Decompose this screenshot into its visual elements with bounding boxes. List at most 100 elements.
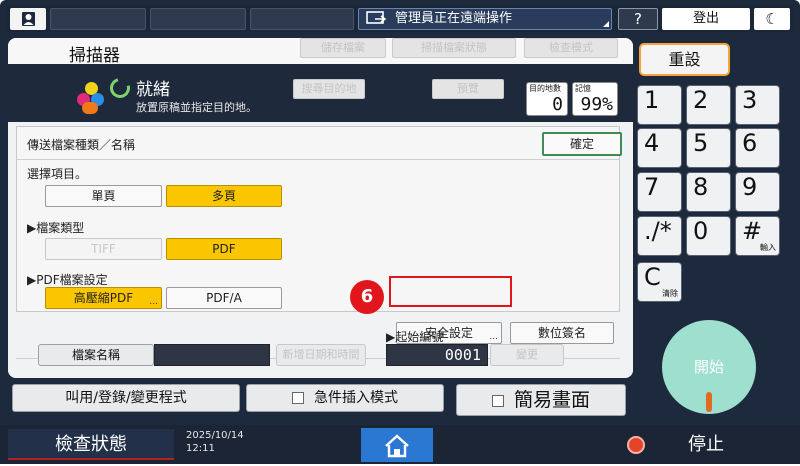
stored-files-button[interactable]: 儲存檔案 — [300, 38, 386, 58]
simple-screen-button[interactable]: 簡易畫面 — [456, 384, 626, 416]
add-datetime-button[interactable]: 新增日期和時間 — [276, 344, 366, 366]
datetime: 2025/10/14 12:11 — [186, 429, 244, 455]
single-page-button[interactable]: 單頁 — [45, 185, 162, 207]
key-1[interactable]: 1 — [637, 85, 682, 125]
key-label: C — [644, 263, 661, 291]
key-0[interactable]: 0 — [686, 216, 731, 256]
key-label: 1 — [644, 86, 660, 114]
check-mode-button[interactable]: 檢查模式 — [524, 38, 618, 58]
divider — [17, 159, 619, 160]
key-3[interactable]: 3 — [735, 85, 780, 125]
check-status-button[interactable]: 檢查狀態 — [8, 429, 174, 460]
scanner-main-panel: 掃描器 儲存檔案 掃描檔案狀態 檢查模式 就緒 放置原稿並指定目的地。 搜尋目的… — [8, 38, 633, 378]
key-label: 6 — [742, 129, 758, 157]
app-title: 掃描器 — [69, 46, 120, 66]
key-2[interactable]: 2 — [686, 85, 731, 125]
ok-button[interactable]: 確定 — [542, 132, 622, 156]
destination-counter: 目的地數 0 — [526, 82, 568, 116]
memory-counter-label: 記憶 — [575, 84, 591, 93]
tiff-button[interactable]: TIFF — [45, 238, 162, 260]
key-label: 0 — [693, 217, 709, 245]
key-6[interactable]: 6 — [735, 128, 780, 168]
app-header: 掃描器 儲存檔案 掃描檔案狀態 檢查模式 — [8, 38, 633, 66]
multi-page-button[interactable]: 多頁 — [166, 185, 282, 207]
remote-operation-text: 管理員正在遠端操作 — [395, 11, 513, 26]
key-clear[interactable]: C 清除 — [637, 262, 682, 302]
pdf-button[interactable]: PDF — [166, 238, 282, 260]
stop-button[interactable]: 停止 — [688, 429, 800, 460]
key-hash[interactable]: # 輸入 — [735, 216, 780, 256]
key-4[interactable]: 4 — [637, 128, 682, 168]
destination-counter-value: 0 — [552, 94, 563, 115]
start-button[interactable]: 開始 — [662, 320, 756, 414]
more-icon: ... — [149, 297, 158, 307]
key-9[interactable]: 9 — [735, 172, 780, 212]
top-segment-3 — [250, 8, 354, 30]
select-items-label: 選擇項目。 — [27, 167, 88, 181]
settings-box: 傳送檔案種類／名稱 確定 選擇項目。 單頁 多頁 ▶檔案類型 TIFF PDF … — [16, 126, 622, 312]
key-label: 2 — [693, 86, 709, 114]
file-type-panel: 傳送檔案種類／名稱 確定 選擇項目。 單頁 多頁 ▶檔案類型 TIFF PDF … — [8, 122, 633, 378]
top-segment-2 — [150, 8, 246, 30]
memory-counter: 記憶 99% — [572, 82, 618, 116]
urgent-insert-button[interactable]: 急件插入模式 — [246, 384, 444, 412]
start-number-label: ▶起始編號 — [386, 330, 444, 344]
user-icon — [22, 12, 35, 26]
highlight-box — [389, 276, 512, 307]
color-dots-icon — [76, 82, 106, 116]
home-button[interactable] — [361, 428, 433, 462]
key-7[interactable]: 7 — [637, 172, 682, 212]
key-5[interactable]: 5 — [686, 128, 731, 168]
remote-screen-icon — [366, 11, 387, 24]
bottom-bar: 檢查狀態 2025/10/14 12:11 停止 — [0, 425, 800, 464]
top-bar: 管理員正在遠端操作 ? 登出 ☾ — [6, 5, 794, 32]
status-row: 就緒 放置原稿並指定目的地。 搜尋目的地 預覽 目的地數 0 記憶 99% — [8, 64, 633, 122]
ready-status: 就緒 — [136, 80, 170, 100]
ready-status-icon — [106, 74, 134, 102]
pdf-a-button[interactable]: PDF/A — [166, 287, 282, 309]
high-compression-pdf-button[interactable]: 高壓縮PDF ... — [45, 287, 162, 309]
top-segment-1 — [50, 8, 146, 30]
high-compression-pdf-label: 高壓縮PDF — [73, 291, 134, 305]
change-button[interactable]: 變更 — [490, 344, 564, 366]
file-name-field[interactable] — [154, 344, 270, 366]
key-label: ./* — [644, 217, 672, 245]
stop-icon — [627, 436, 645, 454]
help-button[interactable]: ? — [618, 8, 658, 30]
digital-signature-button[interactable]: 數位簽名 — [510, 322, 614, 344]
key-label: 3 — [742, 86, 758, 114]
panel-title: 傳送檔案種類／名稱 — [27, 138, 136, 152]
home-icon — [385, 434, 409, 458]
key-label: 8 — [693, 173, 709, 201]
key-label: # — [742, 217, 763, 245]
destination-counter-label: 目的地數 — [529, 84, 561, 93]
key-sublabel: 清除 — [662, 289, 678, 298]
start-indicator — [706, 392, 712, 412]
moon-icon: ☾ — [765, 10, 779, 28]
energy-saver-button[interactable]: ☾ — [754, 8, 790, 30]
file-type-label: ▶檔案類型 — [27, 221, 85, 235]
key-label: 4 — [644, 129, 660, 157]
urgent-insert-label: 急件插入模式 — [314, 390, 398, 406]
remote-operation-status[interactable]: 管理員正在遠端操作 — [358, 8, 612, 30]
file-name-button[interactable]: 檔案名稱 — [38, 344, 154, 366]
date-text: 2025/10/14 — [186, 430, 244, 441]
key-dot-star[interactable]: ./* — [637, 216, 682, 256]
memory-counter-value: 99% — [580, 94, 613, 115]
reset-button[interactable]: 重設 — [639, 43, 730, 76]
simple-screen-label: 簡易畫面 — [513, 389, 590, 411]
user-button[interactable] — [10, 8, 46, 30]
logout-button[interactable]: 登出 — [662, 8, 750, 30]
urgent-insert-checkbox[interactable] — [292, 392, 304, 404]
simple-screen-checkbox[interactable] — [491, 394, 504, 407]
pdf-settings-label: ▶PDF檔案設定 — [27, 273, 108, 287]
scan-file-status-button[interactable]: 掃描檔案狀態 — [392, 38, 516, 58]
search-destination-button[interactable]: 搜尋目的地 — [293, 79, 365, 99]
step-badge: 6 — [350, 280, 384, 314]
preview-button[interactable]: 預覽 — [432, 79, 504, 99]
time-text: 12:11 — [186, 443, 215, 454]
more-icon: ... — [489, 332, 498, 342]
start-number-field[interactable]: 0001 — [386, 344, 488, 366]
program-button[interactable]: 叫用/登錄/變更程式 — [12, 384, 240, 412]
key-8[interactable]: 8 — [686, 172, 731, 212]
